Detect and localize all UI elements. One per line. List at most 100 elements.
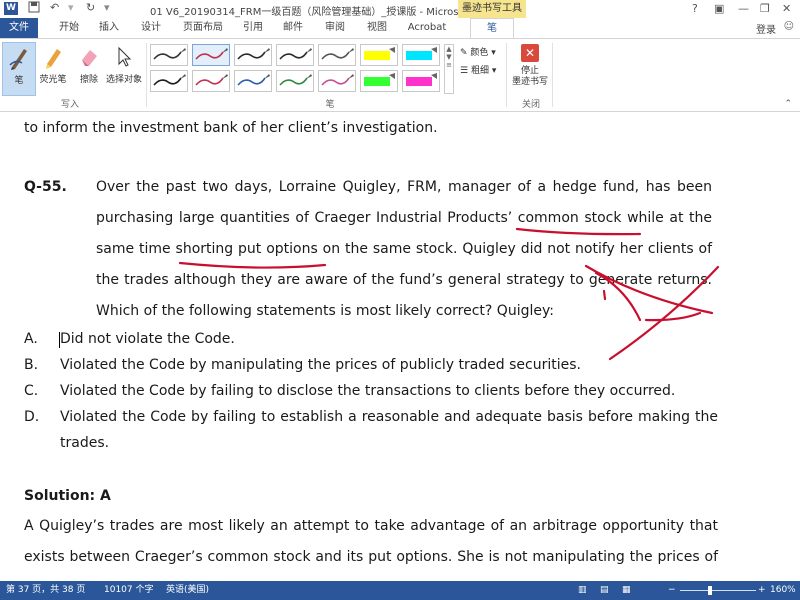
question-text-line: the trades although they are aware of th… xyxy=(96,272,712,288)
eraser-tool-button[interactable]: 擦除 xyxy=(72,42,106,96)
zoom-slider-thumb[interactable] xyxy=(708,586,712,595)
zoom-out-button[interactable]: − xyxy=(668,581,676,600)
eraser-icon xyxy=(72,42,106,72)
print-layout-icon[interactable]: ▤ xyxy=(600,581,609,600)
read-mode-icon[interactable]: ▥ xyxy=(578,581,587,600)
option-text: Violated the Code by manipulating the pr… xyxy=(60,357,581,373)
pen-swatch-icon xyxy=(237,74,270,86)
pen-swatch[interactable] xyxy=(318,44,356,66)
ink-dot xyxy=(602,289,607,301)
title-bar: W ↶ ▾ ↻ ▾ 01 V6_20190314_FRM一级百题（风险管理基础）… xyxy=(0,0,800,18)
tab-insert[interactable]: 插入 xyxy=(92,18,126,38)
zoom-slider-track[interactable] xyxy=(680,590,756,591)
highlighter-tool-label: 荧光笔 xyxy=(39,75,67,85)
cursor-arrow-icon xyxy=(104,42,144,72)
tab-review[interactable]: 审阅 xyxy=(318,18,352,38)
pen-swatch[interactable] xyxy=(402,44,440,66)
pen-thickness-button[interactable]: ☰ 粗细 ▾ xyxy=(460,63,496,76)
pen-swatch-icon xyxy=(153,48,186,60)
option-text: Did not violate the Code. xyxy=(60,331,235,347)
pen-swatch[interactable] xyxy=(234,44,272,66)
restore-button[interactable]: ❐ xyxy=(760,2,770,15)
pen-swatch-icon xyxy=(195,74,228,86)
collapse-ribbon-icon[interactable]: ⌃ xyxy=(784,99,792,109)
pen-swatch[interactable] xyxy=(276,70,314,92)
stop-inking-label-1: 停止 xyxy=(520,66,539,76)
highlighter-icon xyxy=(34,42,72,72)
zoom-in-button[interactable]: + xyxy=(758,581,766,600)
undo-dropdown-icon[interactable]: ▾ xyxy=(68,1,74,14)
minimize-button[interactable]: — xyxy=(738,2,749,15)
pen-swatch[interactable] xyxy=(276,44,314,66)
save-icon[interactable] xyxy=(28,1,40,16)
zoom-level[interactable]: 160% xyxy=(770,581,796,600)
pen-swatch[interactable] xyxy=(150,44,188,66)
ribbon-tabs: 文件 开始 插入 设计 页面布局 引用 邮件 审阅 视图 Acrobat 笔 登… xyxy=(0,18,800,38)
question-text-line: Which of the following statements is mos… xyxy=(96,303,554,319)
word-app-icon[interactable]: W xyxy=(4,2,18,15)
pen-swatch-icon xyxy=(279,74,312,86)
redo-icon[interactable]: ↻ xyxy=(86,1,95,14)
pen-swatch-icon xyxy=(279,48,312,60)
option-letter: A. xyxy=(24,331,38,347)
pen-swatch[interactable] xyxy=(318,70,356,92)
stop-inking-button[interactable]: ✕ 停止 墨迹书写 xyxy=(512,44,548,88)
pen-color-icon: ✎ xyxy=(460,48,468,58)
highlighter-tool-button[interactable]: 荧光笔 xyxy=(34,42,72,96)
close-group-label: 关闭 xyxy=(521,100,540,110)
solution-text-line: A Quigley’s trades are most likely an at… xyxy=(24,518,718,534)
select-objects-button[interactable]: 选择对象 xyxy=(104,42,144,96)
paragraph-text: to inform the investment bank of her cli… xyxy=(24,120,438,136)
word-count[interactable]: 10107 个字 xyxy=(104,581,154,600)
pen-swatch[interactable] xyxy=(192,70,230,92)
pen-swatch[interactable] xyxy=(192,44,230,66)
tab-acrobat[interactable]: Acrobat xyxy=(402,18,452,38)
undo-icon[interactable]: ↶ xyxy=(50,1,59,14)
option-letter: D. xyxy=(24,409,40,425)
account-icon[interactable]: ☺ xyxy=(784,21,794,32)
tab-home[interactable]: 开始 xyxy=(52,18,86,38)
ribbon: 笔 荧光笔 擦除 选择对象 写入 ▲ ▼ ≡ ✎ 颜色 ▾ ☰ 粗细 ▾ 笔 ✕ 停… xyxy=(0,38,800,112)
tab-references[interactable]: 引用 xyxy=(238,18,268,38)
tab-mailings[interactable]: 邮件 xyxy=(278,18,308,38)
customize-qat-icon[interactable]: ▾ xyxy=(104,1,110,14)
tab-file[interactable]: 文件 xyxy=(0,18,38,38)
pen-gallery xyxy=(150,44,455,94)
solution-text-line: exists between Craeger’s common stock an… xyxy=(24,549,718,565)
help-button[interactable]: ? xyxy=(692,2,698,15)
page-count[interactable]: 第 37 页，共 38 页 xyxy=(6,581,85,600)
language-indicator[interactable]: 英语(美国) xyxy=(166,581,209,600)
pen-swatch[interactable] xyxy=(234,70,272,92)
ribbon-display-icon[interactable]: ▣ xyxy=(714,2,724,15)
option-text: Violated the Code by failing to disclose… xyxy=(60,383,676,399)
close-button[interactable]: ✕ xyxy=(782,2,791,15)
ink-cross-stroke-4 xyxy=(644,311,702,322)
pen-swatch-icon xyxy=(237,48,270,60)
pen-swatch-icon xyxy=(321,48,354,60)
tab-pen[interactable]: 笔 xyxy=(470,18,514,38)
tab-design[interactable]: 设计 xyxy=(134,18,168,38)
question-text-line: same time shorting put options on the sa… xyxy=(96,241,712,257)
pen-swatch[interactable] xyxy=(402,70,440,92)
pen-swatch[interactable] xyxy=(150,70,188,92)
pen-color-button[interactable]: ✎ 颜色 ▾ xyxy=(460,45,496,58)
pen-swatch-icon xyxy=(321,74,354,86)
tab-page-layout[interactable]: 页面布局 xyxy=(178,18,228,38)
tab-view[interactable]: 视图 xyxy=(360,18,394,38)
ribbon-separator xyxy=(506,43,507,107)
question-text-line: Over the past two days, Lorraine Quigley… xyxy=(96,179,712,195)
highlighter-swatch-icon xyxy=(406,73,437,86)
pen-swatch[interactable] xyxy=(360,70,398,92)
sign-in-link[interactable]: 登录 xyxy=(756,21,776,36)
pen-tool-button[interactable]: 笔 xyxy=(2,42,36,96)
pen-thickness-icon: ☰ xyxy=(460,66,469,76)
stop-x-icon: ✕ xyxy=(521,44,539,62)
web-layout-icon[interactable]: ▦ xyxy=(622,581,631,600)
pen-gallery-scroll[interactable]: ▲ ▼ ≡ xyxy=(444,44,454,94)
status-bar: 第 37 页，共 38 页 10107 个字 英语(美国) ▥ ▤ ▦ − + … xyxy=(0,581,800,600)
context-tool-label: 墨迹书写工具 xyxy=(458,0,526,18)
ink-underline-common-stock xyxy=(515,227,642,236)
pen-swatch[interactable] xyxy=(360,44,398,66)
document-page[interactable]: to inform the investment bank of her cli… xyxy=(0,113,800,581)
pen-tool-label: 笔 xyxy=(14,76,24,86)
